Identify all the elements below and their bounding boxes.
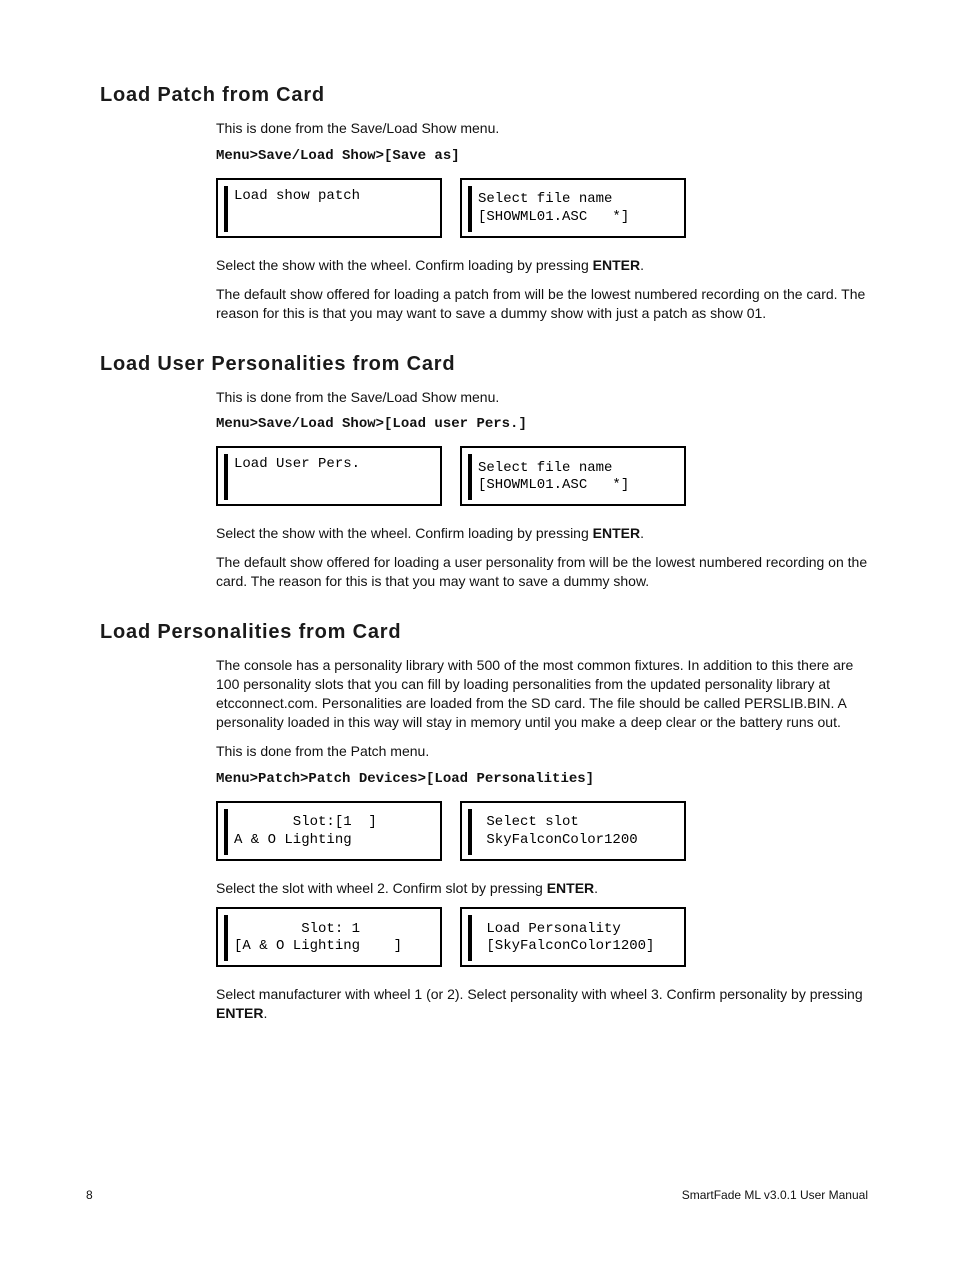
lcd-screen-right: Select file name [SHOWML01.ASC *] bbox=[460, 446, 686, 506]
intro-text: This is done from the Patch menu. bbox=[216, 742, 868, 761]
heading-load-pers: Load Personalities from Card bbox=[100, 621, 868, 644]
paragraph: Select the show with the wheel. Confirm … bbox=[216, 256, 868, 275]
lcd-screen-left: Load User Pers. bbox=[216, 446, 442, 506]
text-run: . bbox=[594, 880, 598, 896]
heading-load-user-pers: Load User Personalities from Card bbox=[100, 353, 868, 376]
lcd-row: Slot:[1 ] A & O Lighting Select slot Sky… bbox=[216, 801, 868, 861]
menu-path: Menu>Patch>Patch Devices>[Load Personali… bbox=[216, 771, 868, 787]
lcd-line: [SkyFalconColor1200] bbox=[478, 938, 674, 956]
lcd-line: SkyFalconColor1200 bbox=[478, 832, 674, 850]
menu-path: Menu>Save/Load Show>[Save as] bbox=[216, 148, 868, 164]
lcd-inner: Slot:[1 ] A & O Lighting bbox=[224, 809, 434, 855]
lcd-line: Slot: 1 bbox=[234, 921, 430, 939]
lcd-line: Load Personality bbox=[478, 921, 674, 939]
paragraph: Select the show with the wheel. Confirm … bbox=[216, 524, 868, 543]
lcd-inner: Select slot SkyFalconColor1200 bbox=[468, 809, 678, 855]
lcd-line: Select file name bbox=[478, 460, 674, 478]
lcd-line: [SHOWML01.ASC *] bbox=[478, 477, 674, 495]
key-enter: ENTER bbox=[216, 1005, 263, 1021]
text-run: Select the show with the wheel. Confirm … bbox=[216, 257, 593, 273]
lcd-line: Slot:[1 ] bbox=[234, 814, 430, 832]
lcd-line: [SHOWML01.ASC *] bbox=[478, 209, 674, 227]
lcd-row: Load User Pers. Select file name [SHOWML… bbox=[216, 446, 868, 506]
heading-load-patch: Load Patch from Card bbox=[100, 84, 868, 107]
lcd-screen-left: Load show patch bbox=[216, 178, 442, 238]
lcd-screen-right: Select slot SkyFalconColor1200 bbox=[460, 801, 686, 861]
intro-text: This is done from the Save/Load Show men… bbox=[216, 388, 868, 407]
key-enter: ENTER bbox=[593, 525, 640, 541]
lcd-inner: Slot: 1 [A & O Lighting ] bbox=[224, 915, 434, 961]
key-enter: ENTER bbox=[593, 257, 640, 273]
paragraph: Select manufacturer with wheel 1 (or 2).… bbox=[216, 985, 868, 1023]
lcd-line: Select slot bbox=[478, 814, 674, 832]
lcd-line: A & O Lighting bbox=[234, 832, 430, 850]
lcd-row: Load show patch Select file name [SHOWML… bbox=[216, 178, 868, 238]
lcd-screen-left: Slot: 1 [A & O Lighting ] bbox=[216, 907, 442, 967]
intro-text: This is done from the Save/Load Show men… bbox=[216, 119, 868, 138]
lcd-screen-right: Load Personality [SkyFalconColor1200] bbox=[460, 907, 686, 967]
body-load-pers: The console has a personality library wi… bbox=[216, 656, 868, 1023]
lcd-line: Select file name bbox=[478, 191, 674, 209]
lcd-line: Load User Pers. bbox=[234, 456, 430, 474]
section-load-patch: Load Patch from Card This is done from t… bbox=[158, 84, 868, 323]
text-run: . bbox=[263, 1005, 267, 1021]
lcd-inner: Load show patch bbox=[224, 186, 434, 232]
page: Load Patch from Card This is done from t… bbox=[0, 0, 954, 1272]
menu-path: Menu>Save/Load Show>[Load user Pers.] bbox=[216, 416, 868, 432]
lcd-line: Load show patch bbox=[234, 188, 430, 206]
lcd-inner: Load User Pers. bbox=[224, 454, 434, 500]
lcd-inner: Select file name [SHOWML01.ASC *] bbox=[468, 454, 678, 500]
text-run: . bbox=[640, 257, 644, 273]
lcd-screen-right: Select file name [SHOWML01.ASC *] bbox=[460, 178, 686, 238]
text-run: . bbox=[640, 525, 644, 541]
lcd-line: [A & O Lighting ] bbox=[234, 938, 430, 956]
lcd-inner: Select file name [SHOWML01.ASC *] bbox=[468, 186, 678, 232]
section-load-user-pers: Load User Personalities from Card This i… bbox=[158, 353, 868, 592]
text-run: Select manufacturer with wheel 1 (or 2).… bbox=[216, 986, 863, 1002]
key-enter: ENTER bbox=[547, 880, 594, 896]
paragraph: The default show offered for loading a p… bbox=[216, 285, 868, 323]
body-load-user-pers: This is done from the Save/Load Show men… bbox=[216, 388, 868, 592]
paragraph: The default show offered for loading a u… bbox=[216, 553, 868, 591]
text-run: Select the show with the wheel. Confirm … bbox=[216, 525, 593, 541]
body-load-patch: This is done from the Save/Load Show men… bbox=[216, 119, 868, 323]
paragraph: The console has a personality library wi… bbox=[216, 656, 868, 732]
footer-title: SmartFade ML v3.0.1 User Manual bbox=[682, 1188, 868, 1202]
section-load-pers: Load Personalities from Card The console… bbox=[158, 621, 868, 1023]
text-run: Select the slot with wheel 2. Confirm sl… bbox=[216, 880, 547, 896]
page-number: 8 bbox=[86, 1188, 93, 1202]
footer: 8 SmartFade ML v3.0.1 User Manual bbox=[86, 1188, 868, 1202]
lcd-screen-left: Slot:[1 ] A & O Lighting bbox=[216, 801, 442, 861]
paragraph: Select the slot with wheel 2. Confirm sl… bbox=[216, 879, 868, 898]
lcd-row: Slot: 1 [A & O Lighting ] Load Personali… bbox=[216, 907, 868, 967]
lcd-inner: Load Personality [SkyFalconColor1200] bbox=[468, 915, 678, 961]
